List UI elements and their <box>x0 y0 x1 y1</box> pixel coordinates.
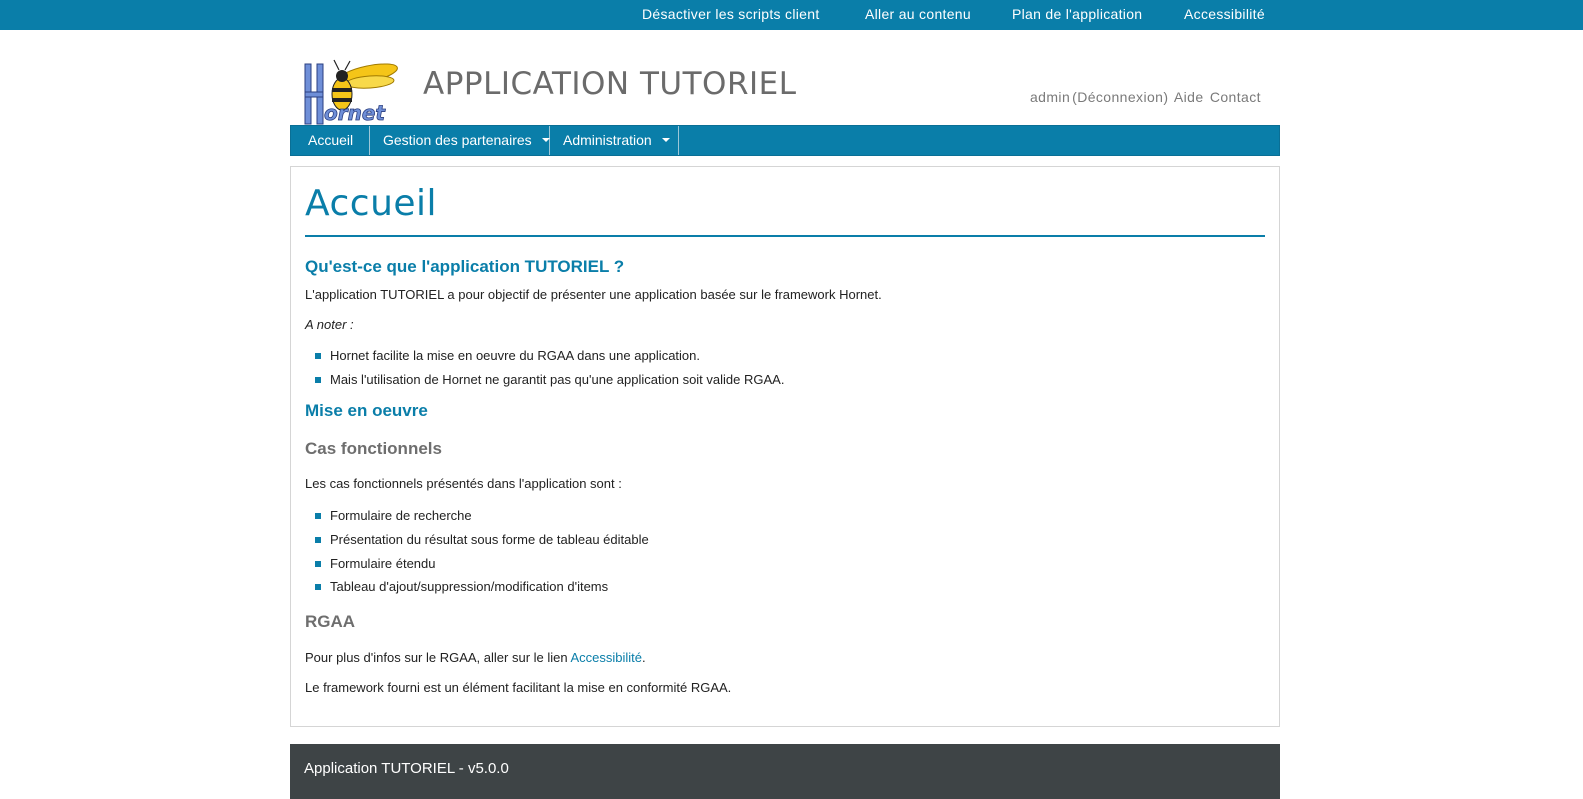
nav-item-label: Administration <box>563 132 652 148</box>
subsection-intro-text: Les cas fonctionnels présentés dans l'ap… <box>305 476 622 491</box>
rgaa-framework-text: Le framework fourni est un élément facil… <box>305 680 732 695</box>
list-item-text: Présentation du résultat sous forme de t… <box>330 532 649 547</box>
hornet-logo[interactable]: ornet <box>304 56 400 126</box>
list-item-text: Formulaire de recherche <box>330 508 472 523</box>
list-item: Formulaire étendu <box>315 556 436 571</box>
user-links: admin (Déconnexion) Aide Contact <box>1030 89 1263 105</box>
title-divider <box>305 235 1265 237</box>
nav-item-accueil[interactable]: Accueil <box>291 126 370 155</box>
main-content: Accueil Qu'est-ce que l'application TUTO… <box>290 166 1280 727</box>
list-item-text: Formulaire étendu <box>330 556 436 571</box>
nav-item-gestion-partenaires[interactable]: Gestion des partenaires <box>370 126 550 155</box>
list-item: Formulaire de recherche <box>315 508 472 523</box>
list-item: Hornet facilite la mise en oeuvre du RGA… <box>315 348 700 363</box>
main-navigation: Accueil Gestion des partenaires Administ… <box>290 125 1280 156</box>
rgaa-info-prefix: Pour plus d'infos sur le RGAA, aller sur… <box>305 650 571 665</box>
nav-item-label: Accueil <box>308 132 354 148</box>
note-label: A noter : <box>305 317 354 332</box>
square-bullet-icon <box>315 376 321 383</box>
help-link[interactable]: Aide <box>1174 89 1204 105</box>
page-title: Accueil <box>305 183 438 224</box>
footer: Application TUTORIEL - v5.0.0 <box>290 744 1280 799</box>
square-bullet-icon <box>315 583 321 590</box>
section-heading-mise-en-oeuvre: Mise en oeuvre <box>305 401 428 420</box>
logout-link[interactable]: (Déconnexion) <box>1072 89 1168 105</box>
list-item-text: Hornet facilite la mise en oeuvre du RGA… <box>330 348 700 363</box>
hornet-wasp-logo-icon: ornet <box>304 59 398 125</box>
square-bullet-icon <box>315 512 321 519</box>
nav-item-administration[interactable]: Administration <box>550 126 679 155</box>
section-intro-text: L'application TUTORIEL a pour objectif d… <box>305 287 882 302</box>
rgaa-info-suffix: . <box>642 650 646 665</box>
list-item: Mais l'utilisation de Hornet ne garantit… <box>315 372 784 387</box>
accessibility-link[interactable]: Accessibilité <box>1184 6 1265 22</box>
list-item: Tableau d'ajout/suppression/modification… <box>315 579 608 594</box>
footer-version-text: Application TUTORIEL - v5.0.0 <box>304 760 509 777</box>
subsection-heading-cas-fonctionnels: Cas fonctionnels <box>305 439 442 458</box>
svg-text:ornet: ornet <box>324 101 386 125</box>
list-item-text: Mais l'utilisation de Hornet ne garantit… <box>330 372 785 387</box>
contact-link[interactable]: Contact <box>1210 89 1261 105</box>
list-item: Présentation du résultat sous forme de t… <box>315 532 649 547</box>
subsection-heading-rgaa: RGAA <box>305 612 356 631</box>
square-bullet-icon <box>315 536 321 543</box>
user-name: admin <box>1030 89 1071 105</box>
square-bullet-icon <box>315 352 321 359</box>
caret-down-icon <box>541 138 550 143</box>
top-utility-bar: Désactiver les scripts client Aller au c… <box>0 0 1583 30</box>
nav-item-label: Gestion des partenaires <box>383 132 532 148</box>
accessibility-inline-link[interactable]: Accessibilité <box>571 650 643 665</box>
skip-to-content-link[interactable]: Aller au contenu <box>865 6 971 22</box>
caret-down-icon <box>661 138 670 143</box>
disable-scripts-link[interactable]: Désactiver les scripts client <box>642 6 820 22</box>
square-bullet-icon <box>315 560 321 567</box>
list-item-text: Tableau d'ajout/suppression/modification… <box>330 579 609 594</box>
sitemap-link[interactable]: Plan de l'application <box>1012 6 1142 22</box>
rgaa-info-text: Pour plus d'infos sur le RGAA, aller sur… <box>305 650 646 665</box>
section-heading-what-is: Qu'est-ce que l'application TUTORIEL ? <box>305 257 625 276</box>
app-title: APPLICATION TUTORIEL <box>423 66 797 102</box>
